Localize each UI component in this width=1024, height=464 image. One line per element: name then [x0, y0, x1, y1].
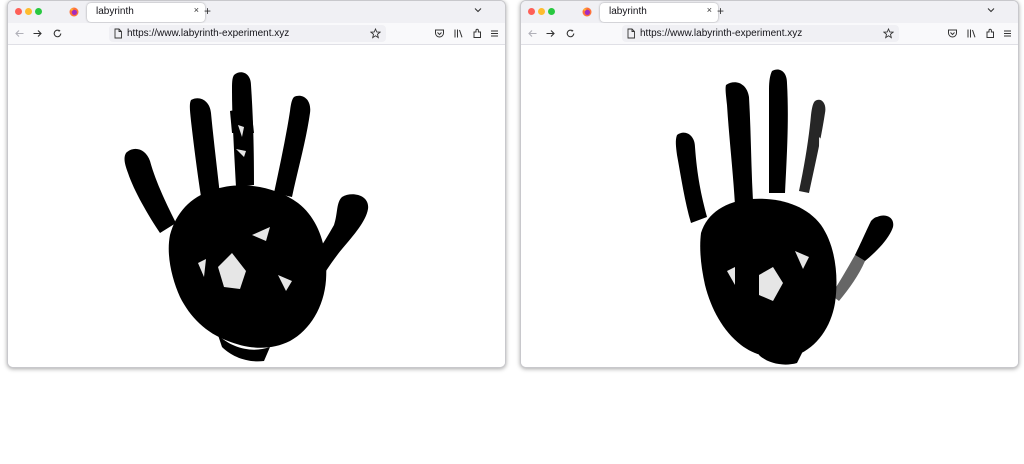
window-minimize-button[interactable] — [538, 8, 545, 15]
browser-window-left: labyrinth × + https://www.labyrinth-expe… — [7, 0, 506, 368]
page-icon — [114, 28, 122, 39]
back-arrow-icon[interactable] — [527, 28, 538, 39]
back-arrow-icon[interactable] — [14, 28, 25, 39]
reload-icon[interactable] — [565, 28, 576, 39]
chevron-down-icon[interactable] — [473, 5, 483, 15]
extensions-icon[interactable] — [985, 28, 996, 39]
firefox-logo-icon — [582, 7, 592, 17]
library-icon[interactable] — [966, 28, 977, 39]
url-text: https://www.labyrinth-experiment.xyz — [127, 28, 290, 39]
hamburger-menu-icon[interactable] — [1002, 28, 1013, 39]
window-maximize-button[interactable] — [35, 8, 42, 15]
forward-arrow-icon[interactable] — [545, 28, 556, 39]
address-bar[interactable]: https://www.labyrinth-experiment.xyz — [109, 25, 386, 42]
navigation-toolbar: https://www.labyrinth-experiment.xyz — [8, 23, 505, 45]
reload-icon[interactable] — [52, 28, 63, 39]
tab-close-icon[interactable]: × — [194, 5, 199, 15]
forward-arrow-icon[interactable] — [32, 28, 43, 39]
tab-labyrinth[interactable]: labyrinth × — [600, 3, 718, 22]
window-close-button[interactable] — [528, 8, 535, 15]
extensions-icon[interactable] — [472, 28, 483, 39]
firefox-logo-icon — [69, 7, 79, 17]
chevron-down-icon[interactable] — [986, 5, 996, 15]
window-minimize-button[interactable] — [25, 8, 32, 15]
star-icon[interactable] — [370, 28, 381, 39]
url-text: https://www.labyrinth-experiment.xyz — [640, 28, 803, 39]
handprint-image — [675, 69, 894, 365]
tab-bar: labyrinth × + — [8, 1, 505, 23]
tab-title: labyrinth — [96, 6, 134, 17]
new-tab-button[interactable]: + — [204, 4, 211, 18]
tab-title: labyrinth — [609, 6, 647, 17]
library-icon[interactable] — [453, 28, 464, 39]
handprint-image — [124, 72, 369, 362]
page-content — [521, 45, 1018, 367]
tab-labyrinth[interactable]: labyrinth × — [87, 3, 205, 22]
window-close-button[interactable] — [15, 8, 22, 15]
page-content — [8, 45, 505, 367]
page-icon — [627, 28, 635, 39]
tab-bar: labyrinth × + — [521, 1, 1018, 23]
pocket-icon[interactable] — [434, 28, 445, 39]
window-maximize-button[interactable] — [548, 8, 555, 15]
address-bar[interactable]: https://www.labyrinth-experiment.xyz — [622, 25, 899, 42]
tab-close-icon[interactable]: × — [707, 5, 712, 15]
star-icon[interactable] — [883, 28, 894, 39]
navigation-toolbar: https://www.labyrinth-experiment.xyz — [521, 23, 1018, 45]
hamburger-menu-icon[interactable] — [489, 28, 500, 39]
browser-window-right: labyrinth × + https://www.labyrinth-expe… — [520, 0, 1019, 368]
pocket-icon[interactable] — [947, 28, 958, 39]
new-tab-button[interactable]: + — [717, 4, 724, 18]
